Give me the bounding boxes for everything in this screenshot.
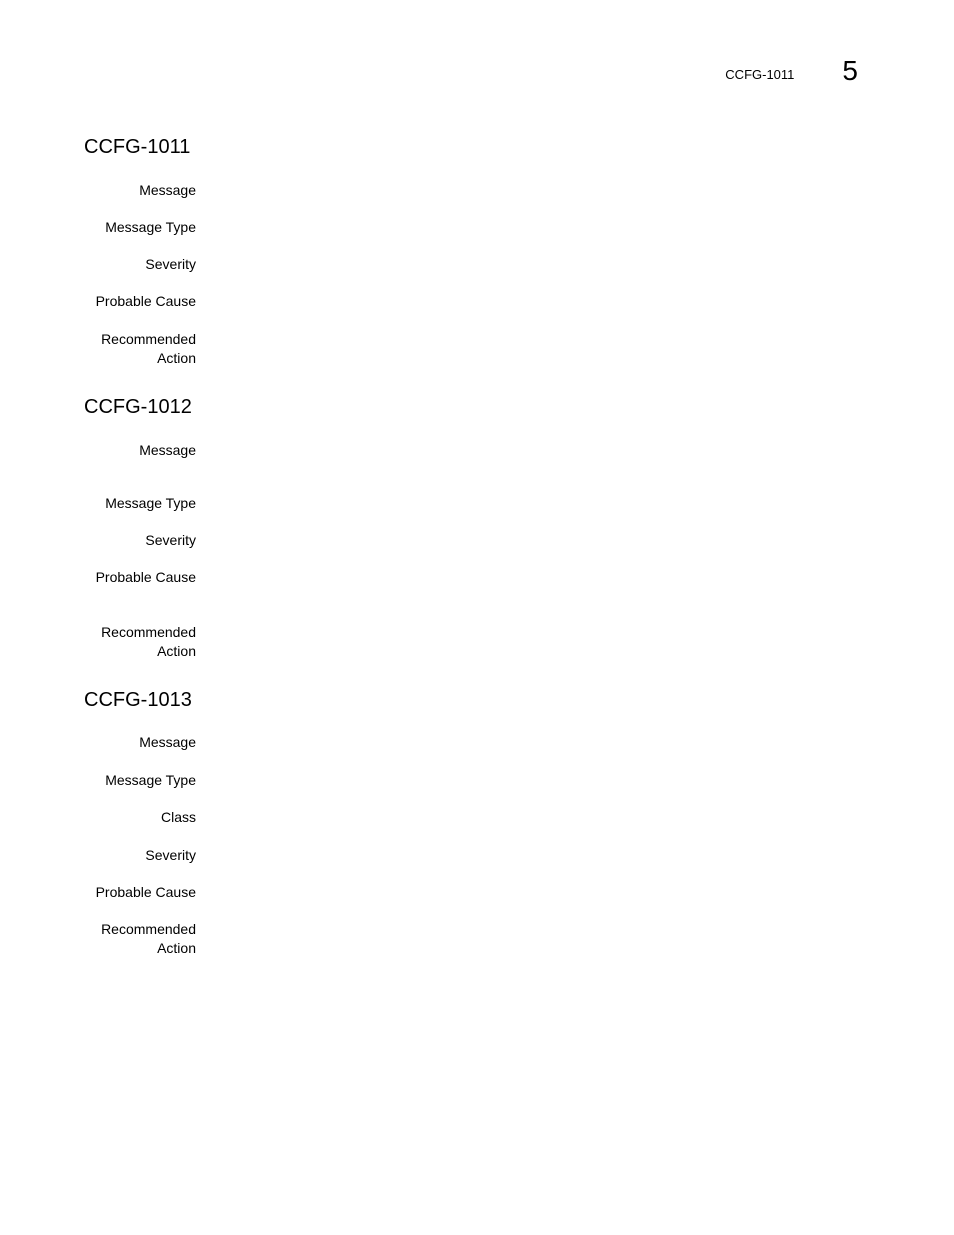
field-value bbox=[220, 733, 820, 752]
field-label: Severity bbox=[145, 847, 196, 863]
field-label: Message bbox=[139, 734, 196, 750]
section-title: CCFG-1013 bbox=[84, 689, 192, 711]
field-label: Class bbox=[160, 809, 196, 825]
message-section: CCFG-1013 Message Message Type Class Sev… bbox=[84, 688, 864, 956]
field-value bbox=[220, 218, 820, 237]
field-label: Probable Cause bbox=[95, 569, 196, 585]
field-value bbox=[220, 808, 820, 827]
field-label: Message Type bbox=[105, 772, 196, 788]
field-row-probable-cause: Probable Cause bbox=[84, 883, 820, 902]
field-row-probable-cause: Probable Cause bbox=[84, 292, 820, 311]
field-value bbox=[220, 330, 820, 349]
message-section: CCFG-1012 Message Message Type Severity … bbox=[84, 395, 864, 659]
running-header: CCFG-1011 5 bbox=[725, 56, 858, 86]
field-row-message-type: Message Type bbox=[84, 494, 820, 513]
field-row-severity: Severity bbox=[84, 846, 820, 865]
field-label: Severity bbox=[145, 256, 196, 272]
field-row-class: Class bbox=[84, 808, 820, 827]
field-value bbox=[220, 883, 820, 902]
field-value bbox=[220, 531, 820, 550]
running-header-title: CCFG-1011 bbox=[725, 66, 795, 82]
message-section: CCFG-1011 Message Message Type Severity … bbox=[84, 135, 864, 366]
field-label: Recommended Action bbox=[101, 921, 196, 956]
field-label: Message Type bbox=[105, 495, 196, 511]
field-value bbox=[220, 255, 820, 274]
field-row-message-type: Message Type bbox=[84, 771, 820, 790]
field-row-message: Message bbox=[84, 733, 820, 752]
field-value bbox=[220, 623, 820, 642]
field-label: Recommended Action bbox=[101, 624, 196, 659]
field-label: Recommended Action bbox=[101, 331, 196, 366]
field-value bbox=[220, 771, 820, 790]
field-value bbox=[220, 292, 820, 311]
field-label: Message Type bbox=[105, 219, 196, 235]
field-value bbox=[220, 568, 820, 587]
field-label: Message bbox=[139, 442, 196, 458]
section-title: CCFG-1011 bbox=[84, 136, 191, 158]
field-label: Severity bbox=[145, 532, 196, 548]
field-row-message: Message bbox=[84, 441, 820, 460]
section-title: CCFG-1012 bbox=[84, 396, 192, 418]
field-value bbox=[220, 181, 820, 200]
field-row-message-type: Message Type bbox=[84, 218, 820, 237]
field-value bbox=[220, 494, 820, 513]
field-row-message: Message bbox=[84, 181, 820, 200]
field-label: Message bbox=[139, 182, 196, 198]
field-value bbox=[220, 846, 820, 865]
field-row-recommended-action: Recommended Action bbox=[84, 330, 820, 368]
field-label: Probable Cause bbox=[95, 884, 196, 900]
field-row-severity: Severity bbox=[84, 531, 820, 550]
field-value bbox=[220, 920, 820, 939]
field-row-recommended-action: Recommended Action bbox=[84, 920, 820, 958]
chapter-number: 5 bbox=[842, 55, 858, 86]
field-label: Probable Cause bbox=[95, 293, 196, 309]
field-row-recommended-action: Recommended Action bbox=[84, 623, 820, 661]
field-row-severity: Severity bbox=[84, 255, 820, 274]
field-value bbox=[220, 441, 820, 460]
field-row-probable-cause: Probable Cause bbox=[84, 568, 820, 587]
